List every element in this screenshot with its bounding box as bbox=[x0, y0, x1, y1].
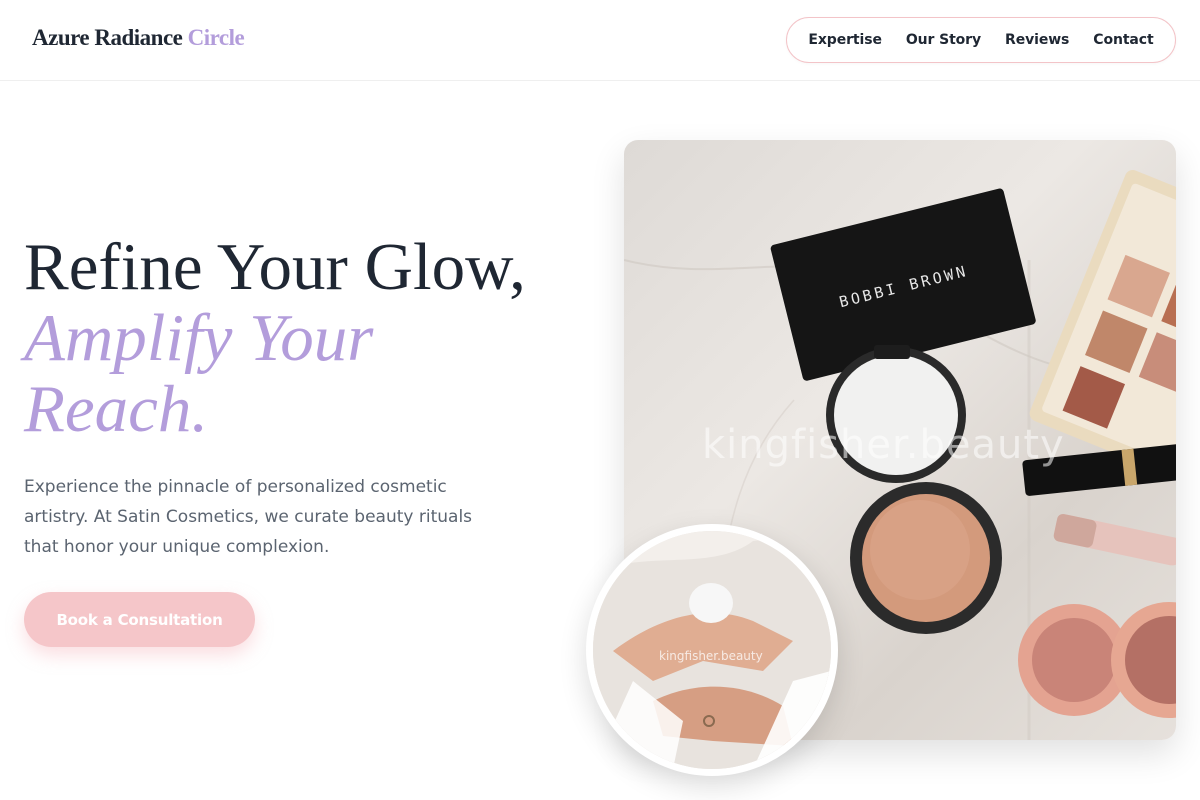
nav-link-reviews[interactable]: Reviews bbox=[1005, 32, 1069, 48]
site-header: Azure Radiance Circle Expertise Our Stor… bbox=[0, 0, 1200, 81]
logo-main-text: Azure Radiance bbox=[32, 25, 183, 50]
headline-accent-line-1: Amplify Your bbox=[24, 301, 374, 375]
nav-link-expertise[interactable]: Expertise bbox=[808, 32, 882, 48]
logo-accent-text: Circle bbox=[187, 25, 245, 50]
main-nav: Expertise Our Story Reviews Contact bbox=[786, 17, 1176, 63]
main-image-watermark: kingfisher.beauty bbox=[702, 422, 1065, 468]
headline-line-1: Refine Your Glow, bbox=[24, 230, 526, 304]
circle-image-watermark: kingfisher.beauty bbox=[659, 649, 763, 663]
nav-link-contact[interactable]: Contact bbox=[1093, 32, 1153, 48]
site-logo[interactable]: Azure Radiance Circle bbox=[32, 25, 245, 51]
nav-link-our-story[interactable]: Our Story bbox=[906, 32, 981, 48]
hero-description: Experience the pinnacle of personalized … bbox=[24, 477, 473, 557]
book-consultation-button[interactable]: Book a Consultation bbox=[24, 592, 255, 647]
skincare-application-photo: kingfisher.beauty bbox=[586, 524, 838, 776]
hero-headline: Refine Your Glow, Amplify Your Reach. bbox=[24, 232, 584, 445]
headline-accent-line-2: Reach. bbox=[24, 372, 209, 446]
